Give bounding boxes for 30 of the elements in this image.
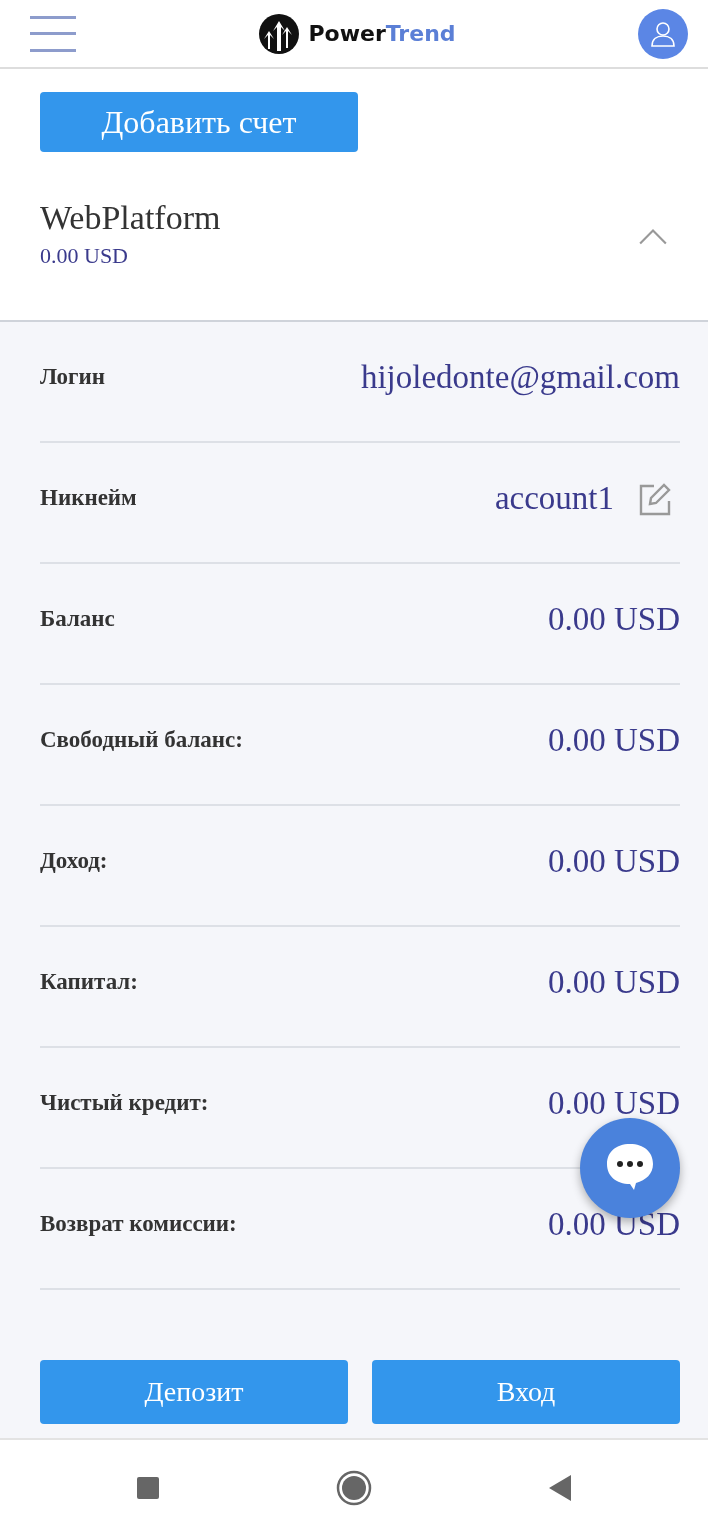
field-label: Доход:	[40, 847, 108, 876]
account-balance: 0.00 USD	[40, 241, 129, 270]
login-button[interactable]: Вход	[372, 1360, 680, 1424]
profile-button[interactable]	[638, 8, 688, 59]
field-label: Баланс	[40, 605, 115, 634]
deposit-button[interactable]: Депозит	[40, 1360, 348, 1424]
brand-name: PowerTrend	[308, 20, 456, 48]
field-label: Никнейм	[40, 484, 137, 513]
logo-icon	[258, 12, 301, 55]
field-label: Чистый кредит:	[40, 1089, 209, 1118]
field-value: 0.00 USD	[547, 1083, 680, 1123]
menu-icon[interactable]	[30, 15, 76, 52]
field-label: Капитал:	[40, 968, 138, 997]
field-value: 0.00 USD	[547, 962, 680, 1002]
home-icon[interactable]	[336, 1469, 372, 1506]
field-value: 0.00 USD	[547, 720, 680, 760]
edit-icon[interactable]	[638, 481, 672, 516]
field-value: 0.00 USD	[547, 599, 680, 639]
user-icon	[650, 20, 676, 47]
field-label: Свободный баланс:	[40, 726, 243, 755]
field-value: account1	[494, 478, 614, 518]
add-account-button[interactable]: Добавить счет	[40, 92, 358, 152]
field-label: Возврат комиссии:	[40, 1210, 237, 1239]
recents-icon[interactable]	[136, 1475, 160, 1500]
field-value: hijoledonte@gmail.com	[360, 357, 680, 398]
chevron-icon[interactable]	[638, 228, 668, 246]
back-icon[interactable]	[548, 1473, 572, 1502]
field-value: 0.00 USD	[547, 841, 680, 881]
account-name: WebPlatform	[40, 198, 221, 238]
field-label: Логин	[40, 363, 105, 392]
